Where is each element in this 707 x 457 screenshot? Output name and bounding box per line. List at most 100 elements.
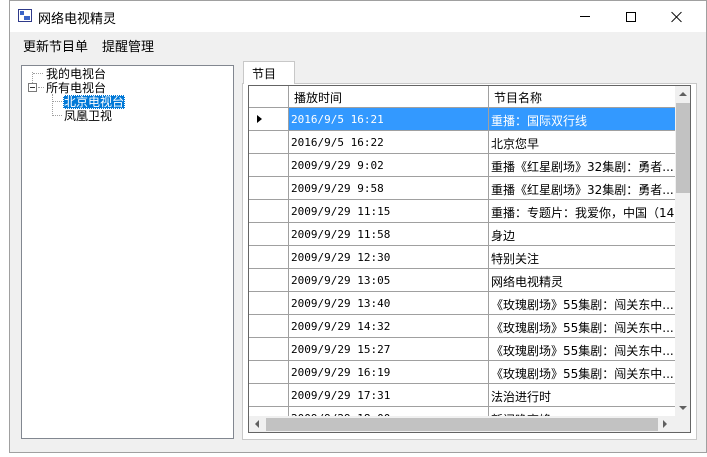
row-header[interactable]: [249, 131, 289, 154]
table-row[interactable]: 2009/9/29 13:05 网络电视精灵: [249, 269, 675, 292]
row-header[interactable]: [249, 154, 289, 177]
table-row[interactable]: 2009/9/29 12:30 特别关注: [249, 246, 675, 269]
row-header[interactable]: [249, 200, 289, 223]
cell-program-name[interactable]: 《玫瑰剧场》55集剧：闯关东中...: [489, 338, 675, 361]
tree-node-label: 所有电视台: [46, 81, 107, 95]
table-row[interactable]: 2009/9/29 14:32 《玫瑰剧场》55集剧：闯关东中...: [249, 315, 675, 338]
menu-update-schedule[interactable]: 更新节目单: [16, 33, 95, 57]
tree-line: [53, 115, 62, 116]
tree-node-phoenix-tv[interactable]: 凤凰卫视: [63, 109, 113, 123]
tree-node-my-channels[interactable]: 我的电视台: [45, 67, 107, 81]
table-row[interactable]: 2016/9/5 16:22 北京您早: [249, 131, 675, 154]
table-row[interactable]: 2009/9/29 11:58 身边: [249, 223, 675, 246]
cell-time[interactable]: 2009/9/29 9:02: [289, 154, 489, 177]
collapse-icon[interactable]: [28, 83, 37, 92]
scrollbar-corner: [675, 416, 690, 432]
column-header-time[interactable]: 播放时间: [289, 86, 489, 108]
cell-time[interactable]: 2009/9/29 11:15: [289, 200, 489, 223]
row-header[interactable]: [249, 246, 289, 269]
close-button[interactable]: [654, 1, 700, 32]
cell-time[interactable]: 2009/9/29 17:31: [289, 384, 489, 407]
row-header[interactable]: [249, 407, 289, 416]
cell-program-name[interactable]: 重播：专题片：我爱你，中国（14）: [489, 200, 675, 223]
row-header[interactable]: [249, 338, 289, 361]
table-row[interactable]: 2009/9/29 9:58 重播《红星剧场》32集剧：勇者...: [249, 177, 675, 200]
cell-program-name[interactable]: 新闻晚高峰: [489, 407, 675, 416]
title-bar[interactable]: 网络电视精灵: [10, 1, 706, 32]
cell-time[interactable]: 2009/9/29 9:58: [289, 177, 489, 200]
cell-program-name[interactable]: 《玫瑰剧场》55集剧：闯关东中...: [489, 292, 675, 315]
cell-time[interactable]: 2009/9/29 18:00: [289, 407, 489, 416]
grid-corner-header[interactable]: [249, 86, 289, 108]
main-window: 网络电视精灵 更新节目单 提醒管理 我的电视台 所有电视台 北京电视台 凤凰卫视…: [9, 0, 707, 453]
tree-node-beijing-tv[interactable]: 北京电视台: [63, 95, 126, 109]
cell-program-name[interactable]: 北京您早: [489, 131, 675, 154]
grid-body: 播放时间 节目名称 2016/9/5 16:21 重播：国际双行线 2016/9/5…: [249, 86, 675, 416]
horizontal-scrollbar[interactable]: [249, 416, 675, 432]
cell-time[interactable]: 2009/9/29 13:05: [289, 269, 489, 292]
cell-program-name[interactable]: 身边: [489, 223, 675, 246]
minimize-button[interactable]: [562, 1, 608, 32]
cell-program-name[interactable]: 特别关注: [489, 246, 675, 269]
maximize-icon: [626, 11, 636, 22]
cell-time[interactable]: 2016/9/5 16:21: [289, 108, 489, 131]
table-row[interactable]: 2009/9/29 9:02 重播《红星剧场》32集剧：勇者...: [249, 154, 675, 177]
tree-line: [53, 101, 62, 102]
table-row[interactable]: 2009/9/29 15:27 《玫瑰剧场》55集剧：闯关东中...: [249, 338, 675, 361]
cell-time[interactable]: 2009/9/29 13:40: [289, 292, 489, 315]
row-header[interactable]: [249, 315, 289, 338]
horizontal-scroll-thumb[interactable]: [266, 418, 658, 431]
scroll-down-icon[interactable]: [679, 406, 687, 410]
scroll-left-icon[interactable]: [255, 420, 259, 428]
cell-program-name[interactable]: 重播：国际双行线: [489, 108, 675, 131]
cell-time[interactable]: 2009/9/29 16:19: [289, 361, 489, 384]
row-header[interactable]: [249, 177, 289, 200]
current-row-icon: [257, 115, 262, 123]
background-editor-strip: [0, 0, 9, 457]
table-row[interactable]: 2009/9/29 18:00新闻晚高峰: [249, 407, 675, 416]
cell-time[interactable]: 2009/9/29 12:30: [289, 246, 489, 269]
vertical-scrollbar[interactable]: [675, 86, 690, 416]
row-header[interactable]: [249, 292, 289, 315]
row-header[interactable]: [249, 361, 289, 384]
channel-tree[interactable]: 我的电视台 所有电视台 北京电视台 凤凰卫视: [21, 65, 234, 439]
minimize-icon: [580, 16, 590, 17]
tree-line: [33, 73, 43, 74]
tree-line: [38, 87, 44, 88]
cell-program-name[interactable]: 法治进行时: [489, 384, 675, 407]
close-icon: [671, 11, 683, 23]
table-row[interactable]: 2009/9/29 11:15 重播：专题片：我爱你，中国（14）: [249, 200, 675, 223]
table-row[interactable]: 2016/9/5 16:21 重播：国际双行线: [249, 108, 675, 131]
vertical-scroll-thumb[interactable]: [676, 103, 690, 193]
cell-program-name[interactable]: 《玫瑰剧场》55集剧：闯关东中...: [489, 315, 675, 338]
cell-program-name[interactable]: 重播《红星剧场》32集剧：勇者...: [489, 177, 675, 200]
table-row[interactable]: 2009/9/29 17:31 法治进行时: [249, 384, 675, 407]
table-row[interactable]: 2009/9/29 16:19 《玫瑰剧场》55集剧：闯关东中...: [249, 361, 675, 384]
cell-time[interactable]: 2009/9/29 14:32: [289, 315, 489, 338]
menu-bar: 更新节目单 提醒管理: [10, 33, 706, 57]
table-row[interactable]: 2009/9/29 13:40 《玫瑰剧场》55集剧：闯关东中...: [249, 292, 675, 315]
tree-node-label: 我的电视台: [46, 67, 107, 81]
row-header[interactable]: [249, 223, 289, 246]
menu-reminder-management[interactable]: 提醒管理: [95, 33, 161, 57]
cell-program-name[interactable]: 《玫瑰剧场》55集剧：闯关东中...: [489, 361, 675, 384]
window-title: 网络电视精灵: [38, 12, 117, 27]
program-grid[interactable]: 播放时间 节目名称 2016/9/5 16:21 重播：国际双行线 2016/9/5…: [248, 85, 691, 433]
row-header[interactable]: [249, 384, 289, 407]
tree-line: [52, 94, 53, 116]
scroll-right-icon[interactable]: [663, 420, 667, 428]
cell-time[interactable]: 2009/9/29 11:58: [289, 223, 489, 246]
cell-program-name[interactable]: 重播《红星剧场》32集剧：勇者...: [489, 154, 675, 177]
tab-programs[interactable]: 节目: [243, 61, 295, 84]
row-header[interactable]: [249, 108, 289, 131]
cell-program-name[interactable]: 网络电视精灵: [489, 269, 675, 292]
maximize-button[interactable]: [608, 1, 654, 32]
scroll-up-icon[interactable]: [679, 92, 687, 96]
tree-node-label: 北京电视台: [63, 95, 126, 109]
column-header-name[interactable]: 节目名称: [489, 86, 675, 108]
cell-time[interactable]: 2016/9/5 16:22: [289, 131, 489, 154]
tree-node-all-channels[interactable]: 所有电视台: [45, 81, 107, 95]
cell-time[interactable]: 2009/9/29 15:27: [289, 338, 489, 361]
tree-node-label: 凤凰卫视: [64, 109, 113, 123]
row-header[interactable]: [249, 269, 289, 292]
